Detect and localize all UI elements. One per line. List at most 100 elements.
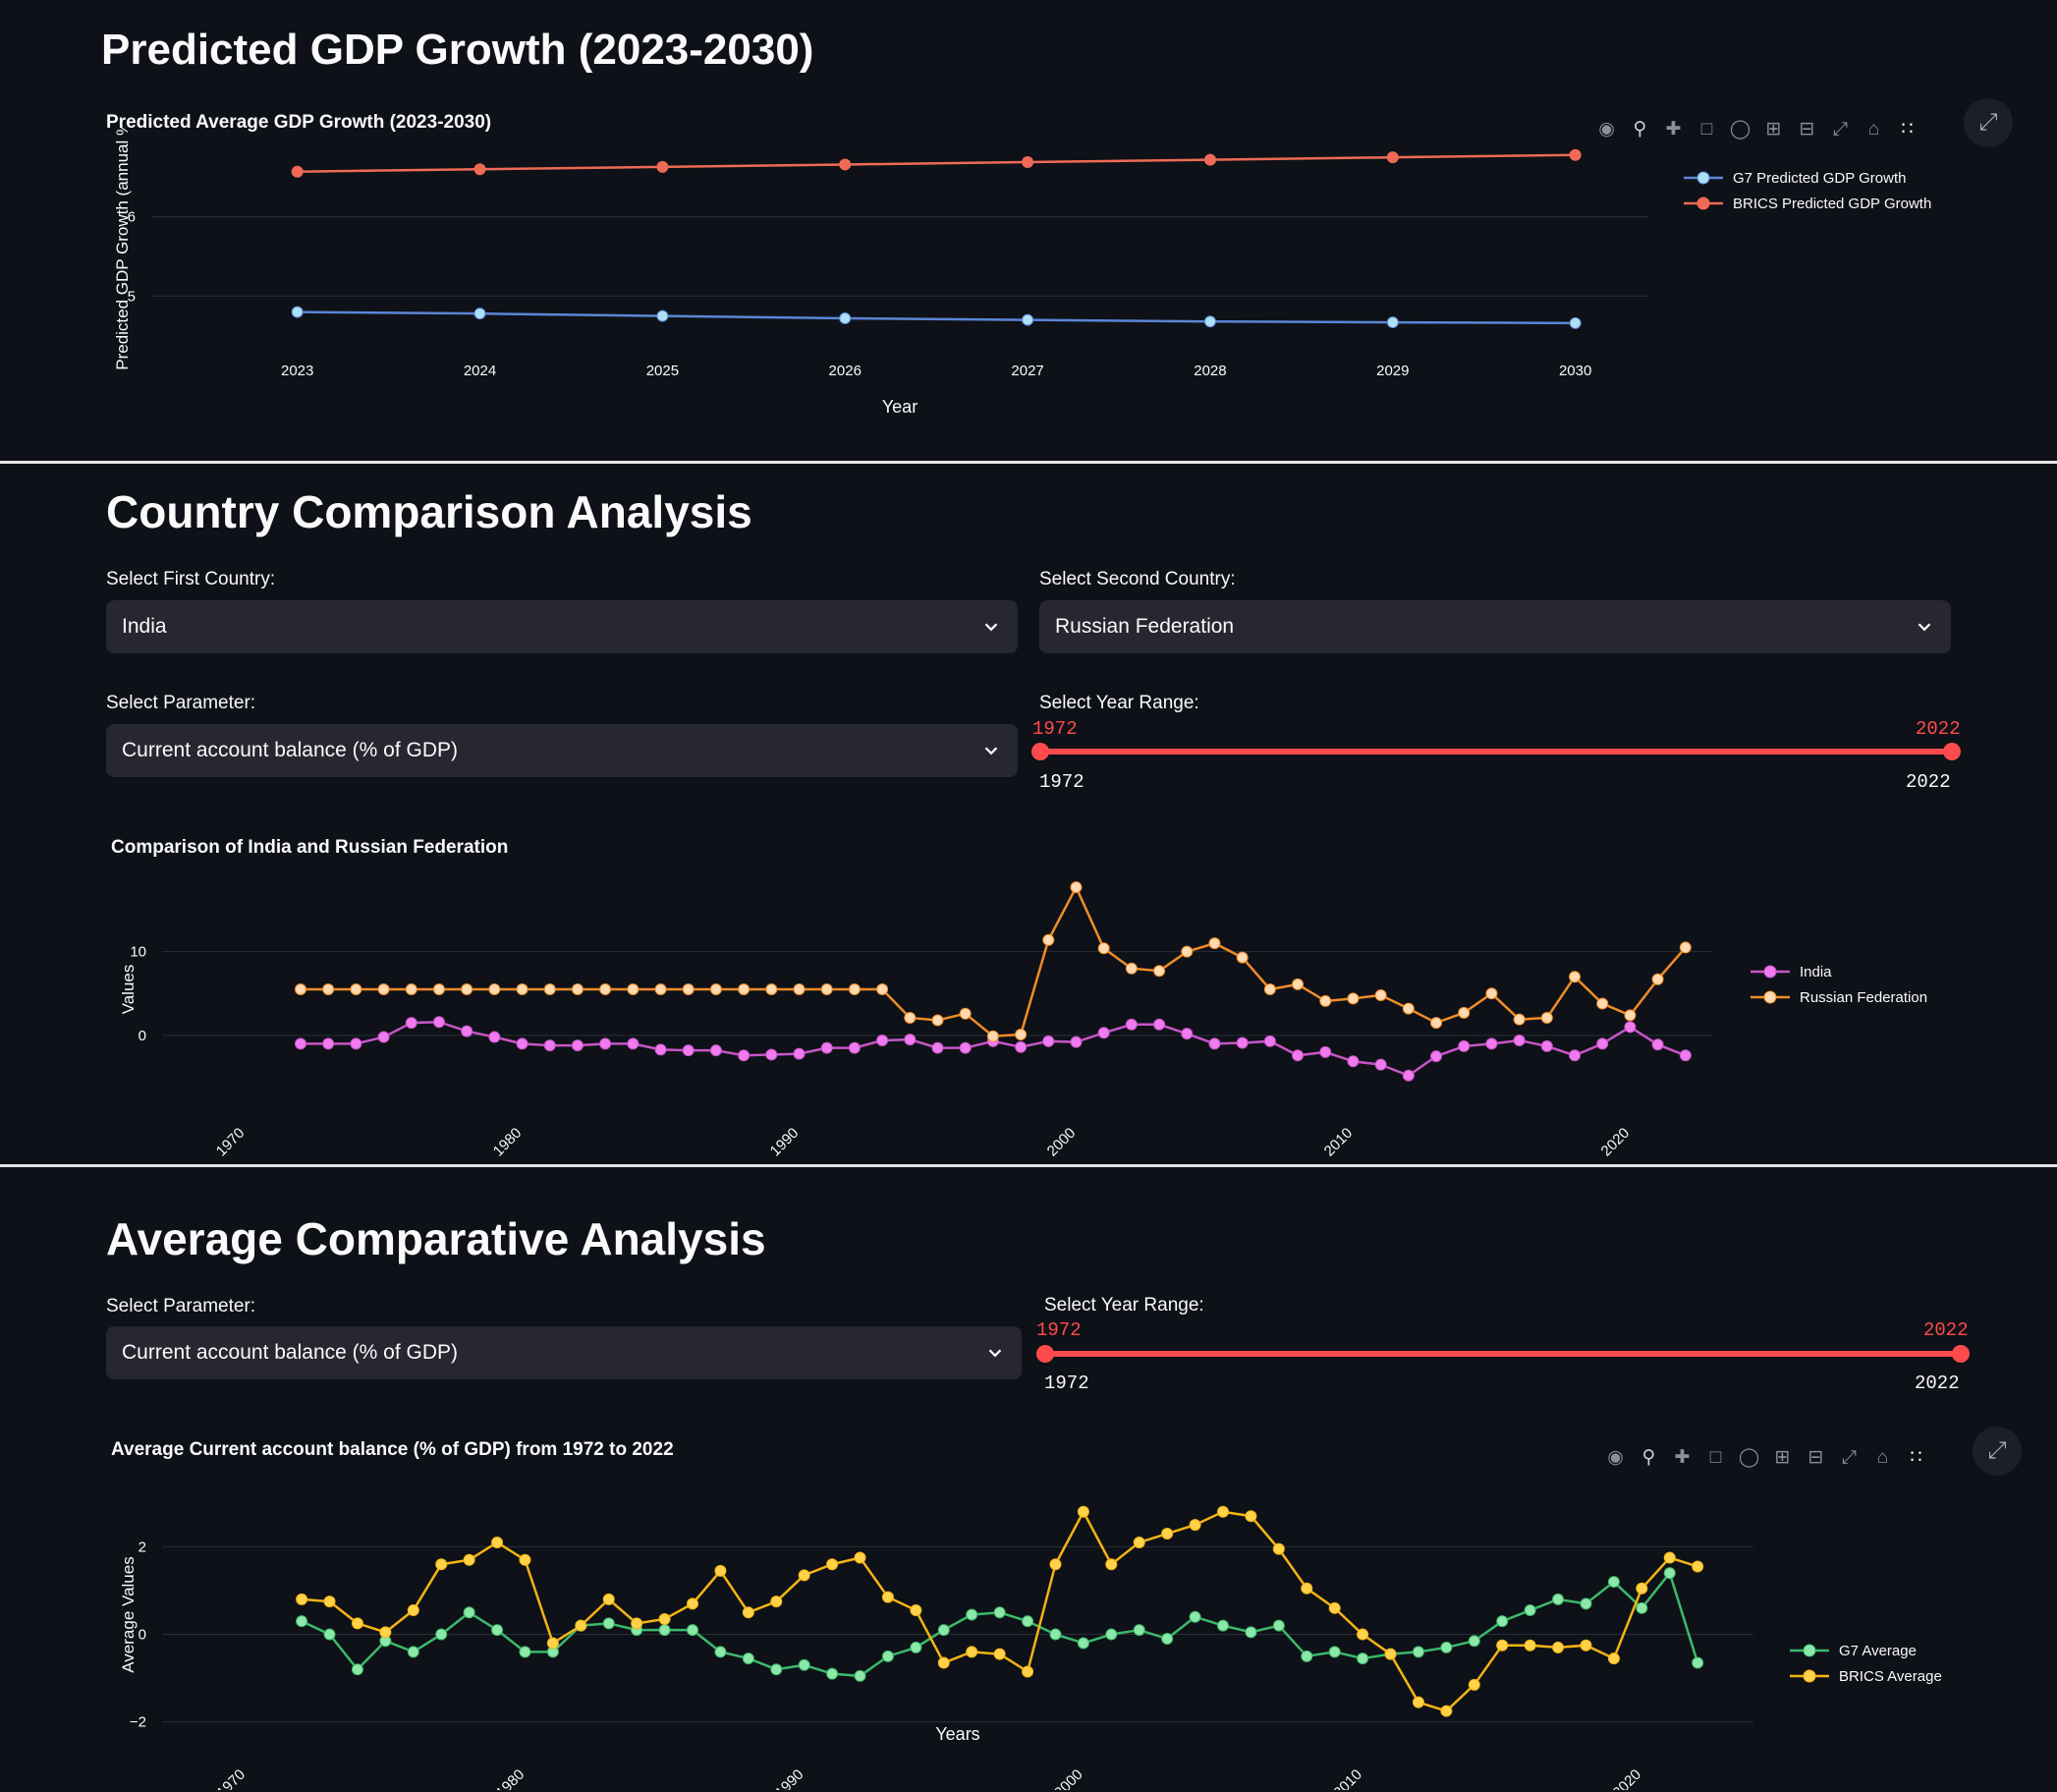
y-axis-title: Average Values	[119, 1556, 138, 1672]
brics-predicted-gdp-growth-point	[1386, 151, 1399, 164]
x-tick-label: 2026	[829, 363, 862, 379]
india-point	[959, 1041, 972, 1054]
g7-average-point	[519, 1646, 531, 1658]
russian-federation-point	[765, 983, 778, 995]
russian-federation-point	[1624, 1009, 1637, 1022]
russian-federation-point	[1540, 1011, 1553, 1024]
g7-average-point	[1357, 1652, 1369, 1665]
box-select-icon[interactable]: □	[1703, 1445, 1728, 1470]
zoom-out-icon[interactable]: ⊟	[1804, 1445, 1828, 1470]
x-tick-label: 2000	[1044, 1125, 1080, 1160]
brics-average-point	[1412, 1696, 1424, 1708]
g7-average-point	[687, 1624, 698, 1637]
g7-predicted-gdp-growth-point	[839, 312, 852, 325]
year-range-end-handle[interactable]	[1943, 743, 1961, 760]
brics-average-point	[575, 1619, 587, 1632]
russian-federation-point	[516, 983, 528, 995]
russian-federation-point	[848, 983, 861, 995]
g7-average-line	[301, 1570, 1699, 1678]
legend-swatch-marker	[1803, 1669, 1816, 1683]
russian-federation-point	[432, 983, 445, 995]
india-point	[1319, 1045, 1332, 1058]
russian-federation-point	[627, 983, 639, 995]
g7-predicted-gdp-growth-point	[1022, 313, 1034, 326]
brics-average-point	[1022, 1665, 1034, 1678]
brics-average-point	[1357, 1628, 1369, 1641]
g7-average-point	[993, 1606, 1006, 1619]
zoom-icon[interactable]: ⚲	[1637, 1445, 1661, 1470]
russian-federation-point	[959, 1007, 972, 1020]
india-point	[793, 1047, 806, 1060]
chevron-down-icon	[984, 623, 998, 632]
parameter-select[interactable]: Current account balance (% of GDP)	[106, 724, 1018, 777]
brics-average-point	[1189, 1519, 1201, 1532]
india-point	[709, 1044, 722, 1057]
lasso-icon[interactable]: ◯	[1737, 1445, 1761, 1470]
x-tick-label: 2028	[1194, 363, 1226, 379]
year-range-end-handle[interactable]	[1952, 1345, 1970, 1363]
year-range-start-handle[interactable]	[1031, 743, 1049, 760]
parameter-label: Select Parameter:	[106, 693, 256, 713]
slider-max-label: 2022	[1915, 1372, 1960, 1394]
g7-average-point	[1328, 1646, 1341, 1658]
brics-average-point	[1161, 1528, 1174, 1540]
x-tick-label: 2029	[1376, 363, 1409, 379]
y-tick-label: −2	[130, 1714, 146, 1731]
india-point	[738, 1049, 751, 1062]
year-range-start-handle[interactable]	[1036, 1345, 1054, 1363]
india-point	[432, 1016, 445, 1029]
russian-federation-point	[1679, 941, 1692, 954]
g7-average-point	[491, 1624, 504, 1637]
russian-federation-point	[1208, 937, 1221, 950]
legend-swatch-marker	[1696, 171, 1710, 185]
parameter-select[interactable]: Current account balance (% of GDP)	[106, 1326, 1022, 1379]
second-country-select[interactable]: Russian Federation	[1039, 600, 1951, 653]
russian-federation-point	[931, 1014, 944, 1027]
brics-predicted-gdp-growth-point	[1569, 148, 1582, 161]
g7-average-point	[1105, 1628, 1118, 1641]
brics-average-point	[993, 1648, 1006, 1660]
india-point	[1374, 1058, 1387, 1071]
brics-predicted-gdp-growth-point	[1022, 156, 1034, 169]
plotly-logo-icon[interactable]: ∷	[1904, 1445, 1928, 1470]
brics-average-point	[770, 1596, 783, 1608]
predicted-gdp-chart: 562023 2024 2025 2026 2027 2028 2029 2030YearPr…	[113, 128, 1931, 417]
year-range-track[interactable]	[1044, 1351, 1960, 1357]
india-point	[322, 1037, 335, 1050]
brics-average-point	[1524, 1639, 1536, 1652]
section-title: Predicted GDP Growth (2023-2030)	[101, 26, 814, 74]
brics-average-point	[714, 1564, 727, 1577]
india-point	[1292, 1049, 1305, 1062]
g7-average-point	[742, 1652, 754, 1665]
pan-icon[interactable]: ✚	[1670, 1445, 1695, 1470]
brics-average-point	[826, 1558, 839, 1571]
india-point	[848, 1041, 861, 1054]
legend-swatch-marker	[1803, 1644, 1816, 1657]
y-tick-label: 10	[130, 944, 146, 961]
autoscale-icon[interactable]: ⤢	[1837, 1445, 1862, 1470]
india-point	[1347, 1055, 1360, 1068]
brics-average-point	[379, 1626, 392, 1639]
legend-label: Russian Federation	[1800, 989, 1927, 1006]
russian-federation-point	[793, 983, 806, 995]
year-range-track[interactable]	[1039, 749, 1951, 755]
camera-icon[interactable]: ◉	[1603, 1445, 1628, 1470]
brics-average-point	[881, 1591, 894, 1603]
g7-average-point	[1607, 1576, 1620, 1589]
first-country-value: India	[122, 615, 167, 638]
first-country-select[interactable]: India	[106, 600, 1018, 653]
india-point	[1651, 1038, 1664, 1051]
x-tick-label: 1970	[213, 1125, 249, 1160]
fullscreen-expand-icon[interactable]: ⤢	[1973, 1427, 2022, 1476]
reset-axes-icon[interactable]: ⌂	[1870, 1445, 1895, 1470]
g7-average-point	[798, 1658, 810, 1671]
russian-federation-point	[876, 983, 889, 995]
india-point	[1430, 1050, 1443, 1063]
zoom-in-icon[interactable]: ⊞	[1770, 1445, 1795, 1470]
russian-federation-point	[1374, 988, 1387, 1001]
x-tick-label: 1990	[767, 1125, 803, 1160]
india-point	[1569, 1049, 1582, 1062]
brics-predicted-gdp-growth-line	[297, 153, 1576, 173]
india-point	[1097, 1027, 1110, 1039]
india-point	[488, 1031, 501, 1043]
